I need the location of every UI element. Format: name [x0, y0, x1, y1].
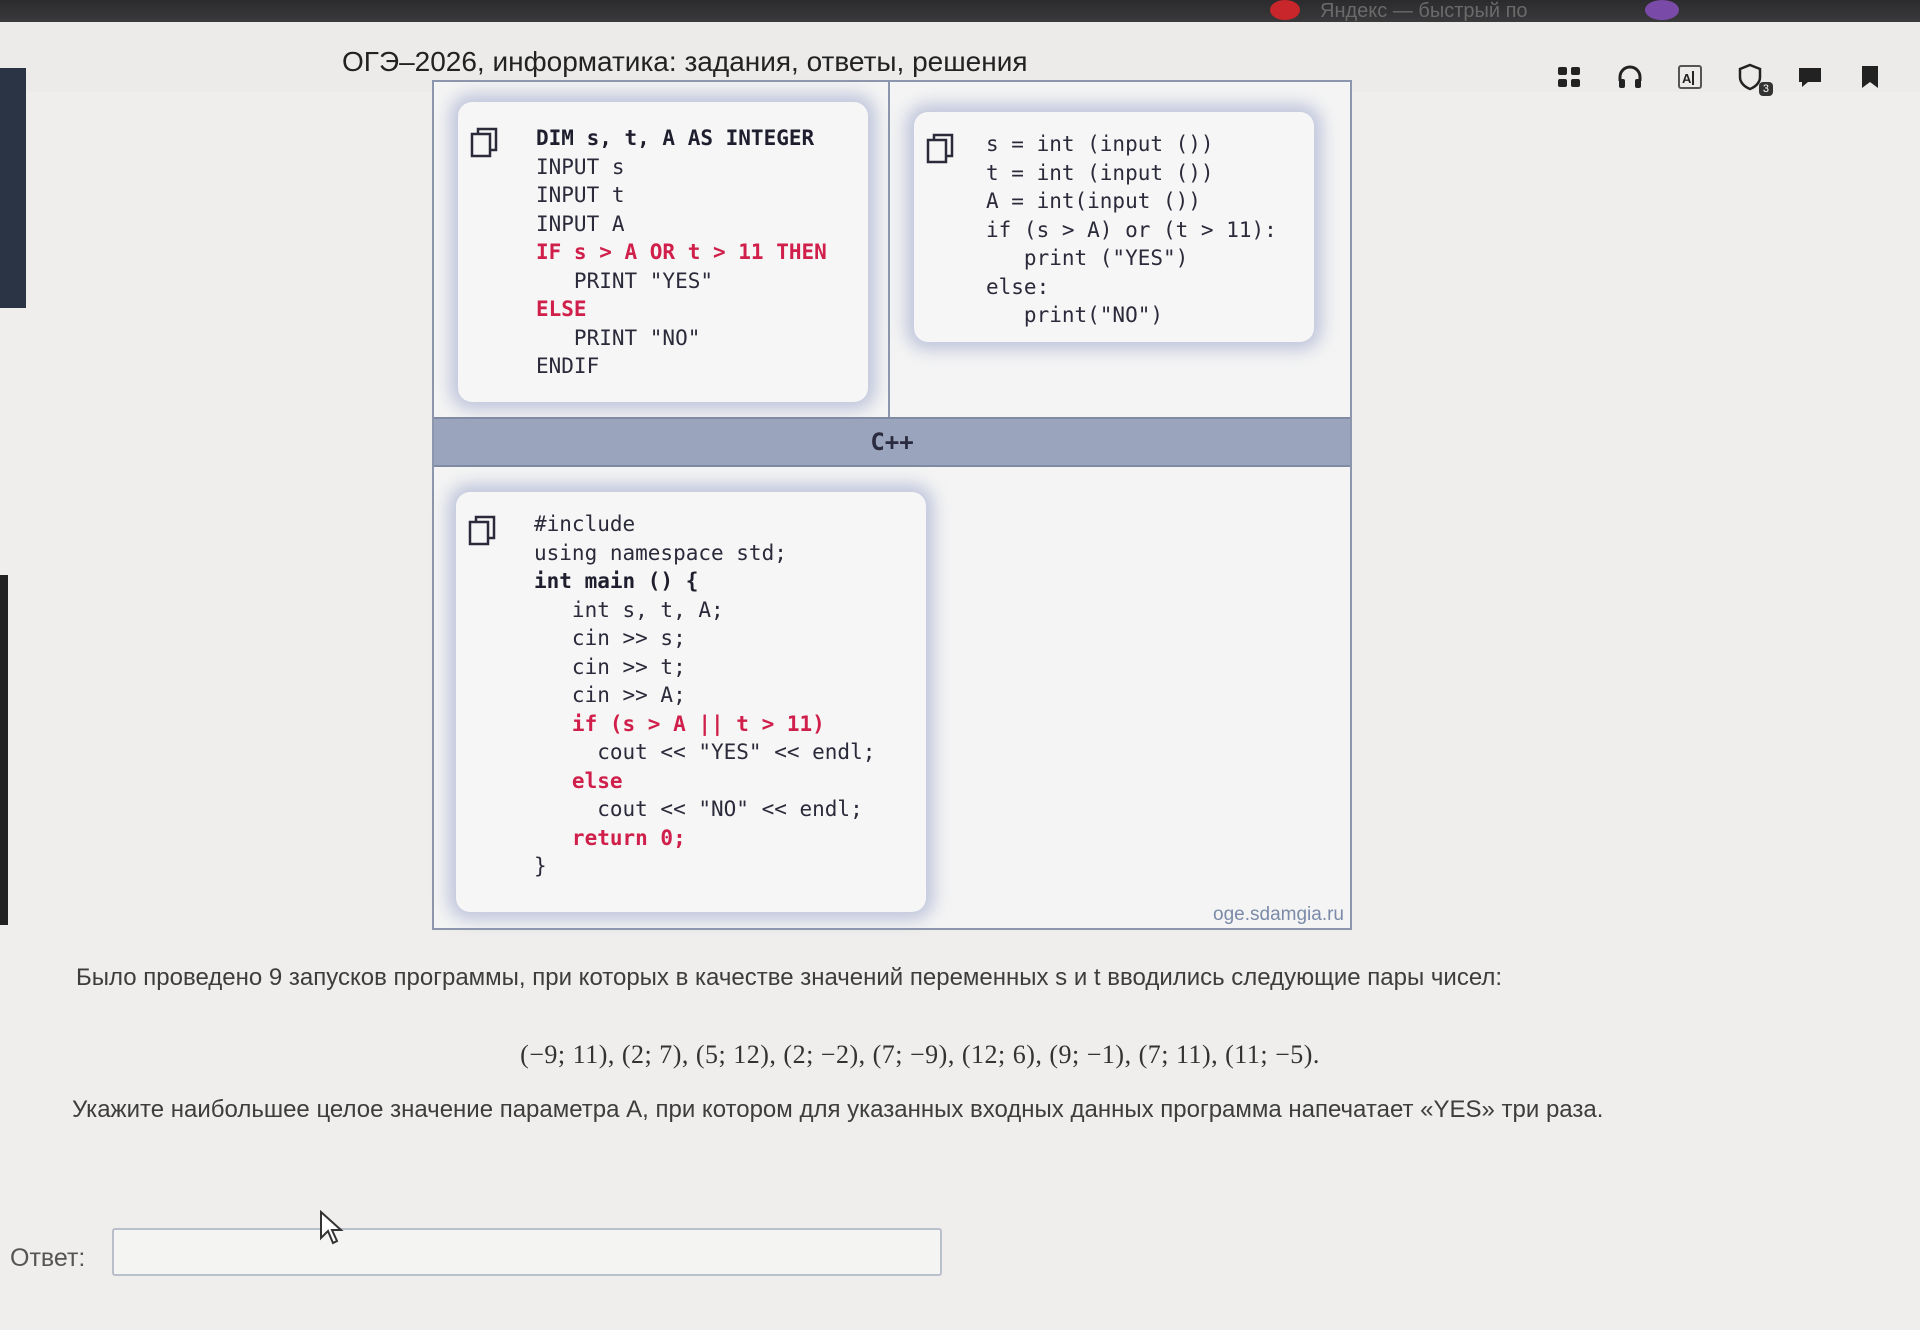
basic-code: DIM s, t, A AS INTEGER INPUT s INPUT t I… [536, 126, 827, 378]
copy-icon[interactable] [926, 132, 954, 164]
browser-tab-title[interactable]: Яндекс — быстрый по [1320, 0, 1528, 22]
input-pairs: (−9; 11), (2; 7), (5; 12), (2; −2), (7; … [520, 1040, 1320, 1069]
frame-divider [888, 82, 890, 427]
basic-code-card: DIM s, t, A AS INTEGER INPUT s INPUT t I… [458, 102, 868, 402]
shield-badge: 3 [1758, 82, 1773, 96]
translate-icon[interactable]: A [1675, 62, 1705, 92]
profile-avatar-icon[interactable] [1645, 0, 1679, 20]
left-edge-strip-lower [0, 575, 8, 925]
bookmark-icon[interactable] [1855, 62, 1885, 92]
copy-icon[interactable] [468, 514, 496, 546]
headphones-icon[interactable] [1615, 62, 1645, 92]
python-code-card: s = int (input ()) t = int (input ()) A … [914, 112, 1314, 342]
answer-input[interactable] [112, 1228, 942, 1276]
python-code: s = int (input ()) t = int (input ()) A … [986, 132, 1277, 327]
cpp-code: #include using namespace std; int main (… [534, 512, 876, 878]
mouse-cursor-icon [318, 1209, 346, 1246]
task-question: Укажите наибольшее целое значение параме… [72, 1096, 1604, 1123]
code-frame: DIM s, t, A AS INTEGER INPUT s INPUT t I… [432, 80, 1352, 930]
watermark: oge.sdamgia.ru [1213, 904, 1344, 925]
shield-icon[interactable]: 3 [1735, 62, 1773, 96]
browser-top-strip: Яндекс — быстрый по [0, 0, 1920, 22]
page-title: ОГЭ–2026, информатика: задания, ответы, … [342, 46, 1028, 77]
comments-icon[interactable] [1795, 62, 1825, 92]
yandex-tab-icon[interactable] [1270, 0, 1300, 20]
apps-grid-icon[interactable] [1555, 62, 1585, 92]
left-edge-strip [0, 68, 26, 308]
svg-text:A: A [1682, 71, 1692, 86]
copy-icon[interactable] [470, 126, 498, 158]
cpp-code-card: #include using namespace std; int main (… [456, 492, 926, 912]
task-intro: Было проведено 9 запусков программы, при… [76, 964, 1503, 991]
toolbar: A 3 [1555, 62, 1885, 96]
cpp-language-bar: C++ [434, 417, 1350, 467]
answer-label: Ответ: [10, 1244, 86, 1272]
